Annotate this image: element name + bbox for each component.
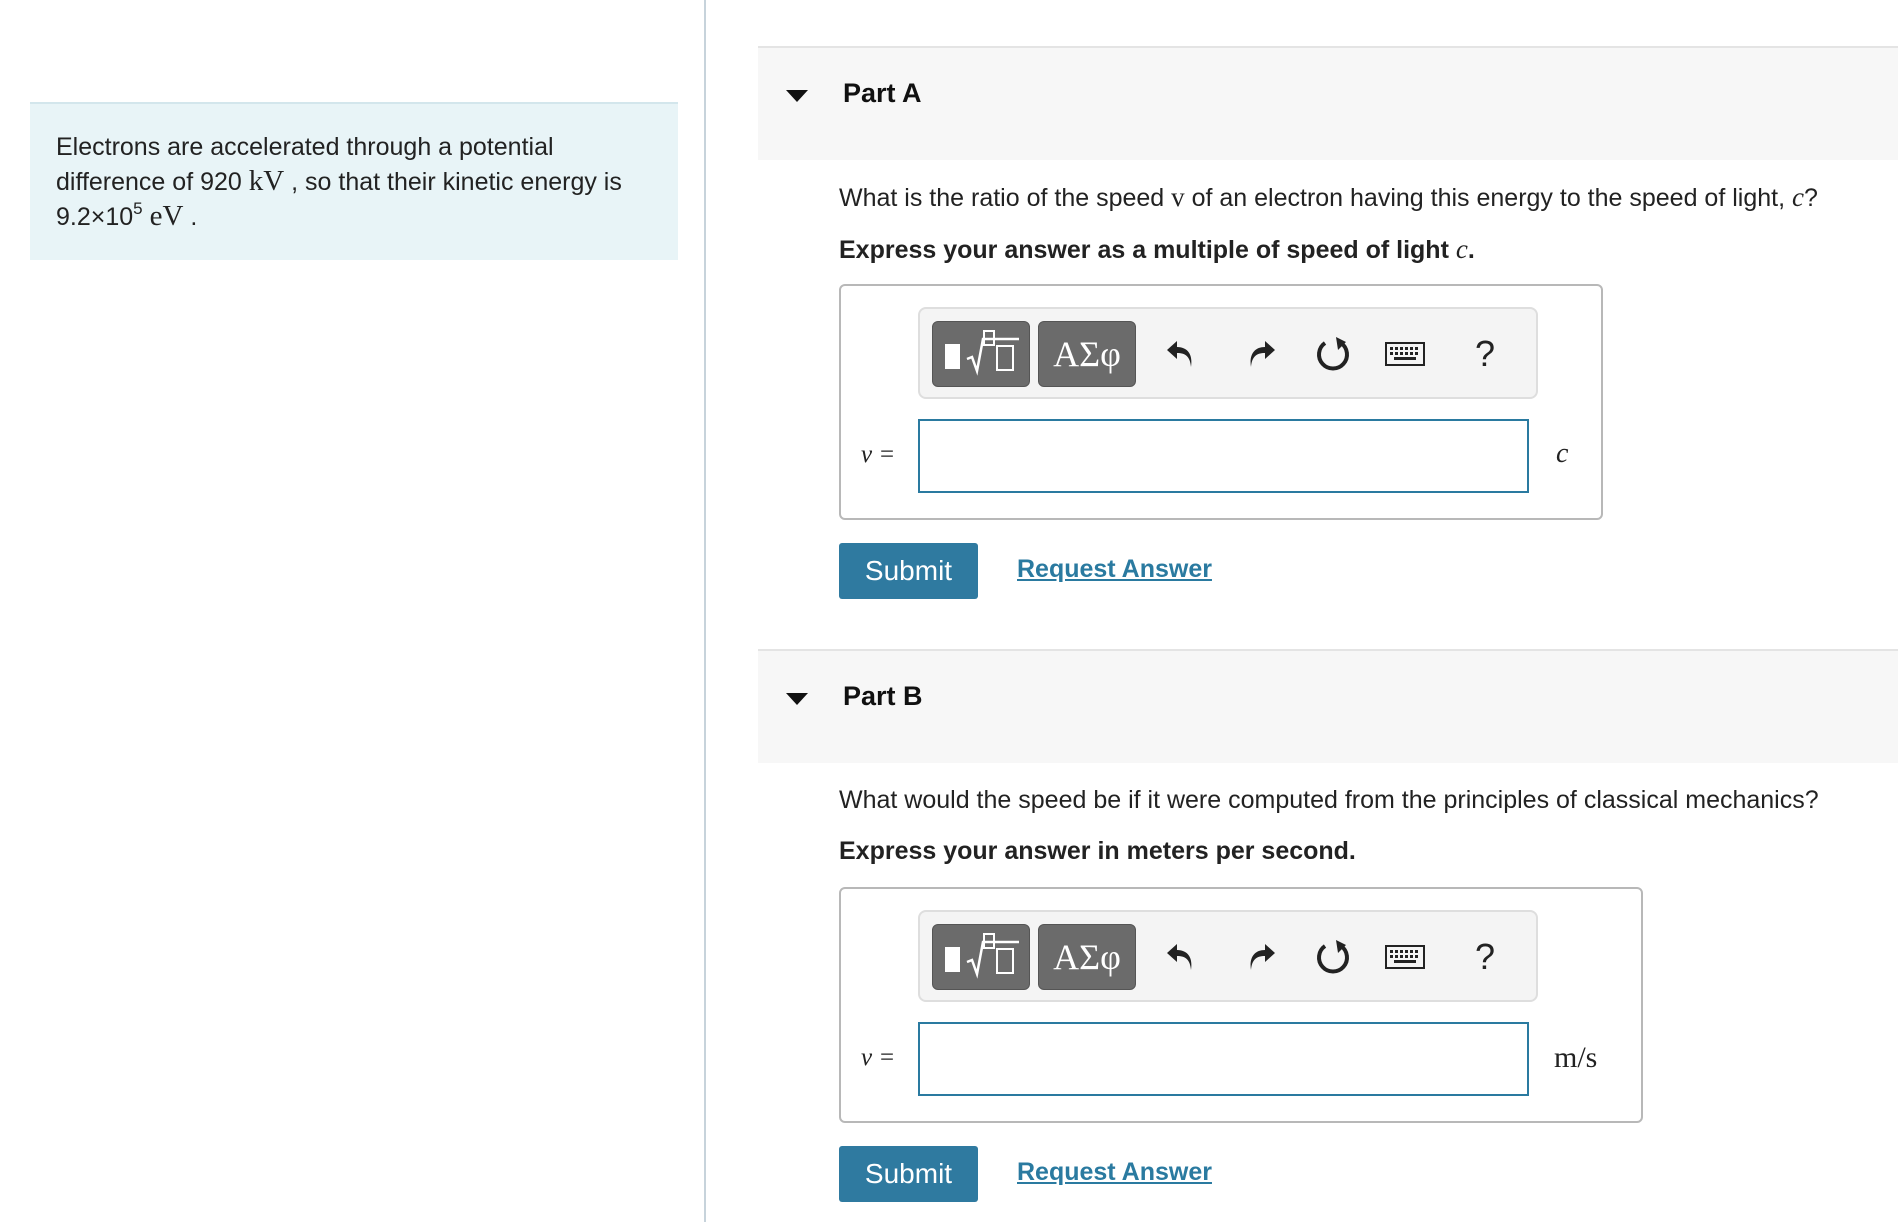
part-b-question: What would the speed be if it were compu… <box>839 786 1819 814</box>
keyboard-icon[interactable] <box>1380 329 1430 379</box>
intro-value-exponent: 5 <box>133 198 143 218</box>
templates-sqrt-icon <box>945 933 1019 979</box>
keyboard-icon[interactable] <box>1380 932 1430 982</box>
column-divider <box>704 0 706 1222</box>
question-text-2: of an electron having this energy to the… <box>1184 184 1792 212</box>
part-a-answer-input[interactable] <box>918 419 1529 493</box>
templates-button[interactable] <box>932 321 1030 387</box>
instruction-text: Express your answer as a multiple of spe… <box>839 236 1456 264</box>
help-button[interactable]: ? <box>1460 329 1510 379</box>
part-b-title: Part B <box>843 681 923 711</box>
intro-value: 9.2×10 <box>56 203 134 231</box>
intro-text-3: . <box>183 203 198 231</box>
undo-icon[interactable] <box>1157 932 1207 982</box>
part-b-unit: m/s <box>1554 1041 1598 1074</box>
collapse-caret-icon[interactable] <box>786 693 808 705</box>
reset-icon[interactable] <box>1308 932 1358 982</box>
part-b-submit-button[interactable]: Submit <box>839 1146 978 1202</box>
part-a-answer-box: ΑΣφ ? v = c <box>839 284 1603 520</box>
question-var-v: v <box>1171 182 1185 212</box>
part-b-answer-input[interactable] <box>918 1022 1529 1096</box>
symbols-button[interactable]: ΑΣφ <box>1038 321 1136 387</box>
question-end: ? <box>1803 184 1818 212</box>
symbols-button[interactable]: ΑΣφ <box>1038 924 1136 990</box>
intro-unit-kv: kV <box>248 165 285 197</box>
part-a-submit-button[interactable]: Submit <box>839 543 978 599</box>
part-a-unit: c <box>1556 438 1569 469</box>
variable-label: v = <box>861 1044 896 1071</box>
undo-icon[interactable] <box>1157 329 1207 379</box>
math-toolbar: ΑΣφ ? <box>918 910 1538 1002</box>
variable-label: v = <box>861 441 896 468</box>
part-a-title: Part A <box>843 78 922 108</box>
part-b-header[interactable]: Part B <box>758 649 1898 763</box>
templates-button[interactable] <box>932 924 1030 990</box>
question-text: What is the ratio of the speed <box>839 184 1172 212</box>
intro-unit-ev: eV <box>149 200 184 232</box>
instruction-end: . <box>1467 236 1475 264</box>
problem-intro: Electrons are accelerated through a pote… <box>30 102 678 260</box>
redo-icon[interactable] <box>1235 932 1285 982</box>
part-a-question: What is the ratio of the speed v of an e… <box>839 182 1818 213</box>
help-button[interactable]: ? <box>1460 932 1510 982</box>
templates-sqrt-icon <box>945 330 1019 376</box>
part-b-answer-box: ΑΣφ ? v = m/s <box>839 887 1643 1123</box>
reset-icon[interactable] <box>1308 329 1358 379</box>
collapse-caret-icon[interactable] <box>786 90 808 102</box>
redo-icon[interactable] <box>1235 329 1285 379</box>
math-toolbar: ΑΣφ ? <box>918 307 1538 399</box>
part-b-instruction: Express your answer in meters per second… <box>839 837 1356 865</box>
part-a-request-answer-link[interactable]: Request Answer <box>1017 555 1212 584</box>
intro-text-2: , so that their kinetic energy is <box>284 168 622 196</box>
part-a-instruction: Express your answer as a multiple of spe… <box>839 234 1475 265</box>
part-b-request-answer-link[interactable]: Request Answer <box>1017 1158 1212 1187</box>
question-var-c: c <box>1791 182 1804 212</box>
instruction-var-c: c <box>1455 234 1468 264</box>
part-a-header[interactable]: Part A <box>758 46 1898 160</box>
